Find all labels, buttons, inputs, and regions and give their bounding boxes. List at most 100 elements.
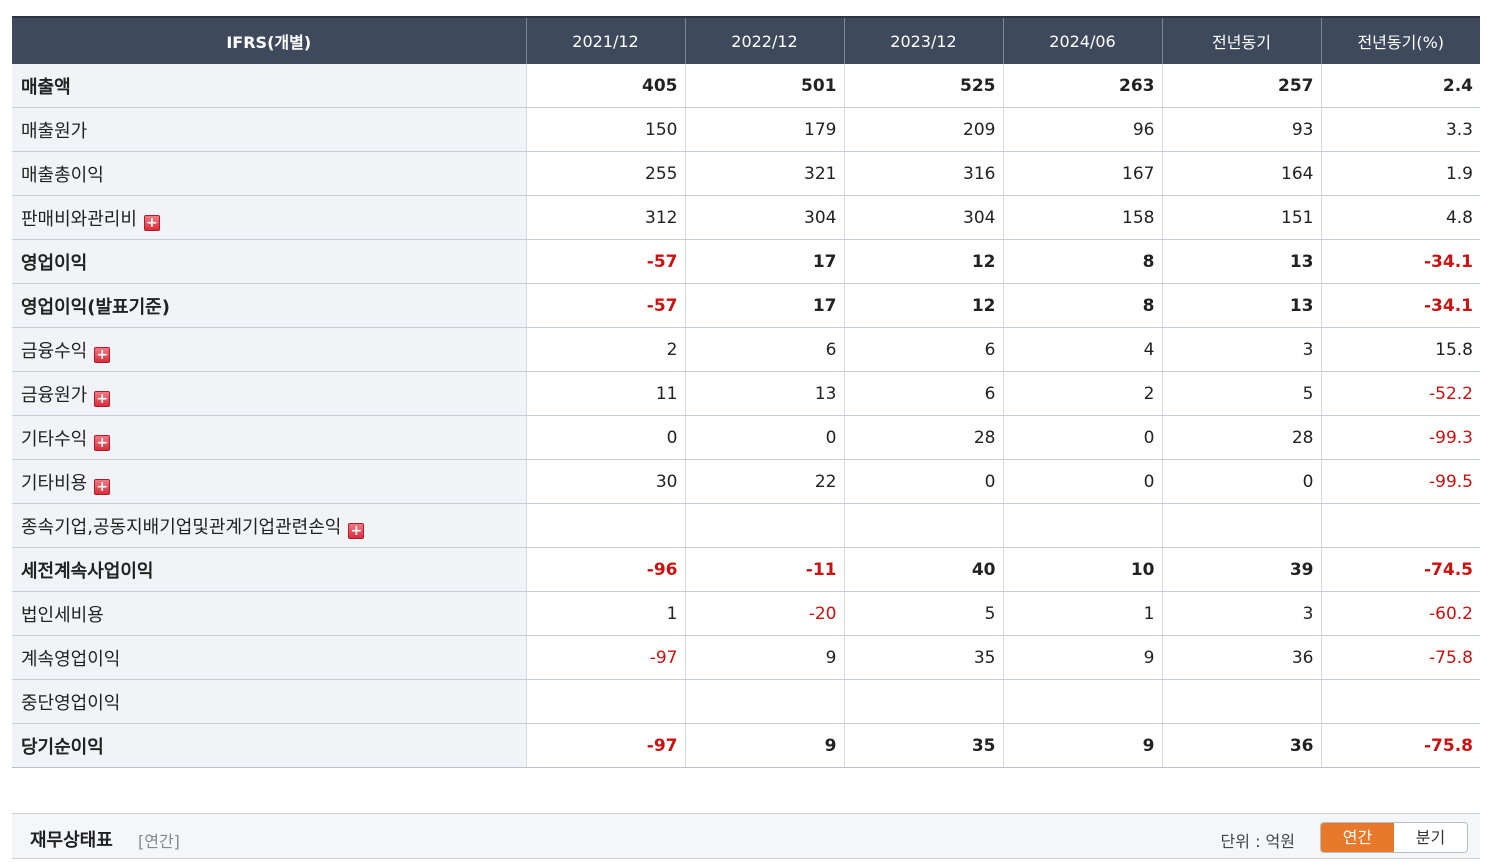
value-cell: 5 (1161, 371, 1321, 416)
row-label: 법인세비용 (21, 604, 104, 626)
value-cell: 6 (843, 371, 1003, 416)
value-cell: 2 (1002, 371, 1162, 416)
row-label-cell: 기타수익 + (12, 415, 526, 460)
value-cell (1320, 503, 1480, 548)
value-cell: 164 (1161, 151, 1321, 196)
value-cell (1002, 503, 1162, 548)
row-label-cell: 판매비와관리비 + (12, 195, 526, 240)
value-cell: 501 (684, 64, 844, 108)
row-label: 금융수익 (21, 340, 88, 362)
table-row: 당기순이익 -97 9 35 9 36 -75.8 (12, 723, 1480, 768)
value-cell: 4.8 (1320, 195, 1480, 240)
value-cell (1002, 679, 1162, 724)
value-cell: 6 (843, 327, 1003, 372)
value-cell: 0 (843, 459, 1003, 504)
row-label-cell: 세전계속사업이익 (12, 547, 526, 592)
expand-plus-icon[interactable]: + (348, 522, 365, 539)
value-cell: 0 (1161, 459, 1321, 504)
row-label: 기타수익 (21, 428, 88, 450)
value-cell: 1 (1002, 591, 1162, 636)
row-label: 중단영업이익 (21, 692, 121, 714)
annual-toggle-button[interactable]: 연간 (1321, 823, 1394, 852)
value-cell: -74.5 (1320, 547, 1480, 592)
value-cell: -97 (525, 723, 685, 768)
value-cell: 12 (843, 239, 1003, 284)
balance-sheet-section-header: 재무상태표 [연간] 단위 : 억원 연간 분기 (12, 813, 1480, 859)
value-cell: 2.4 (1320, 64, 1480, 108)
value-cell: -99.5 (1320, 459, 1480, 504)
row-label: 영업이익(발표기준) (21, 296, 170, 318)
value-cell: 2 (525, 327, 685, 372)
row-label-cell: 금융수익 + (12, 327, 526, 372)
value-cell: 304 (684, 195, 844, 240)
header-row: IFRS(개별) 2021/12 2022/12 2023/12 2024/06… (12, 16, 1480, 64)
value-cell: 13 (684, 371, 844, 416)
row-label: 당기순이익 (21, 736, 104, 758)
value-cell (684, 679, 844, 724)
row-label-cell: 중단영업이익 (12, 679, 526, 724)
table-row: 영업이익(발표기준) -57 17 12 8 13 -34.1 (12, 283, 1480, 328)
value-cell: 36 (1161, 723, 1321, 768)
value-cell: 22 (684, 459, 844, 504)
value-cell: 321 (684, 151, 844, 196)
header-standard: IFRS(개별) (12, 16, 526, 64)
value-cell: -96 (525, 547, 685, 592)
value-cell: 17 (684, 239, 844, 284)
row-label-cell: 종속기업,공동지배기업및관계기업관련손익 + (12, 503, 526, 548)
header-2024-06: 2024/06 (1002, 16, 1162, 64)
value-cell: -11 (684, 547, 844, 592)
value-cell: 255 (525, 151, 685, 196)
table-row: 법인세비용 1 -20 5 1 3 -60.2 (12, 591, 1480, 636)
row-label-cell: 매출액 (12, 64, 526, 108)
expand-plus-icon[interactable]: + (94, 478, 111, 495)
row-label: 금융원가 (21, 384, 88, 406)
value-cell: 36 (1161, 635, 1321, 680)
value-cell (1161, 503, 1321, 548)
value-cell: 3 (1161, 591, 1321, 636)
value-cell: 39 (1161, 547, 1321, 592)
expand-plus-icon[interactable]: + (94, 346, 111, 363)
row-label: 계속영업이익 (21, 648, 121, 670)
table-row: 계속영업이익 -97 9 35 9 36 -75.8 (12, 635, 1480, 680)
row-label-cell: 법인세비용 (12, 591, 526, 636)
value-cell: 405 (525, 64, 685, 108)
expand-plus-icon[interactable]: + (94, 390, 111, 407)
value-cell: 1 (525, 591, 685, 636)
value-cell: -20 (684, 591, 844, 636)
value-cell: 9 (1002, 723, 1162, 768)
value-cell: 8 (1002, 239, 1162, 284)
value-cell: 28 (843, 415, 1003, 460)
header-prev-year-same-period: 전년동기 (1161, 16, 1321, 64)
value-cell: 35 (843, 635, 1003, 680)
table-row: 기타비용 +30 22 0 0 0 -99.5 (12, 459, 1480, 504)
value-cell: 304 (843, 195, 1003, 240)
value-cell (1161, 679, 1321, 724)
table-row: 금융원가 +11 13 6 2 5 -52.2 (12, 371, 1480, 416)
row-label-cell: 매출원가 (12, 107, 526, 152)
row-label: 종속기업,공동지배기업및관계기업관련손익 (21, 516, 342, 538)
table-row: 영업이익 -57 17 12 8 13 -34.1 (12, 239, 1480, 284)
expand-plus-icon[interactable]: + (94, 434, 111, 451)
value-cell: 3 (1161, 327, 1321, 372)
header-2022-12: 2022/12 (684, 16, 844, 64)
income-statement-panel: IFRS(개별) 2021/12 2022/12 2023/12 2024/06… (12, 16, 1480, 768)
value-cell: 5 (843, 591, 1003, 636)
value-cell: -99.3 (1320, 415, 1480, 460)
table-row: 기타수익 +0 0 28 0 28 -99.3 (12, 415, 1480, 460)
value-cell: 3.3 (1320, 107, 1480, 152)
table-body: 매출액 405 501 525 263 257 2.4 매출원가 150 179 209 96 93 3.… (12, 64, 1480, 768)
value-cell: 0 (1002, 415, 1162, 460)
table-row: 중단영업이익 (12, 679, 1480, 724)
table-header: IFRS(개별) 2021/12 2022/12 2023/12 2024/06… (12, 16, 1480, 64)
value-cell: 6 (684, 327, 844, 372)
value-cell: 9 (684, 723, 844, 768)
table-row: 매출총이익 255 321 316 167 164 1.9 (12, 151, 1480, 196)
header-prev-year-change-pct: 전년동기(%) (1320, 16, 1480, 64)
value-cell: 263 (1002, 64, 1162, 108)
row-label: 매출액 (21, 76, 71, 98)
quarterly-toggle-button[interactable]: 분기 (1394, 823, 1467, 852)
expand-plus-icon[interactable]: + (143, 214, 160, 231)
value-cell: 4 (1002, 327, 1162, 372)
value-cell: 9 (1002, 635, 1162, 680)
value-cell: 0 (525, 415, 685, 460)
